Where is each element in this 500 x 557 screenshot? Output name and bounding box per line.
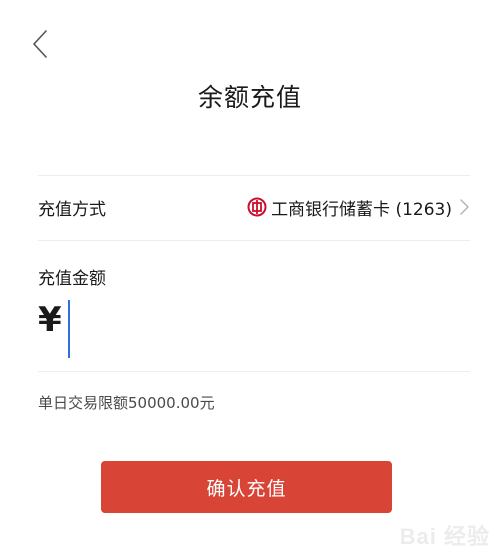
watermark-logo: Bai 经验 — [399, 524, 490, 549]
bank-card-name: 工商银行储蓄卡 (1263) — [271, 199, 452, 220]
divider-middle — [38, 240, 470, 241]
confirm-recharge-button[interactable]: 确认充值 — [101, 461, 392, 513]
currency-symbol: ¥ — [38, 300, 62, 340]
back-button[interactable] — [30, 28, 58, 60]
text-caret — [68, 300, 70, 358]
page-title: 余额充值 — [197, 83, 302, 112]
payment-method-label: 充值方式 — [38, 199, 106, 220]
payment-method-selector[interactable]: 工商银行储蓄卡 (1263) — [247, 195, 470, 220]
daily-limit-text: 单日交易限额50000.00元 — [38, 394, 215, 412]
chevron-right-icon — [458, 198, 470, 216]
icbc-bank-icon — [247, 197, 267, 217]
payment-method-row[interactable]: 充值方式 工商银行储蓄卡 (1263) — [38, 176, 470, 238]
divider-bottom — [38, 371, 470, 372]
amount-input[interactable]: ¥ — [38, 298, 470, 364]
chevron-left-icon — [33, 30, 47, 58]
recharge-page: 余额充值 充值方式 工商银行储蓄卡 (1263) 充值金额 ¥ 单日交易限额50… — [0, 0, 500, 557]
amount-label: 充值金额 — [38, 269, 106, 289]
